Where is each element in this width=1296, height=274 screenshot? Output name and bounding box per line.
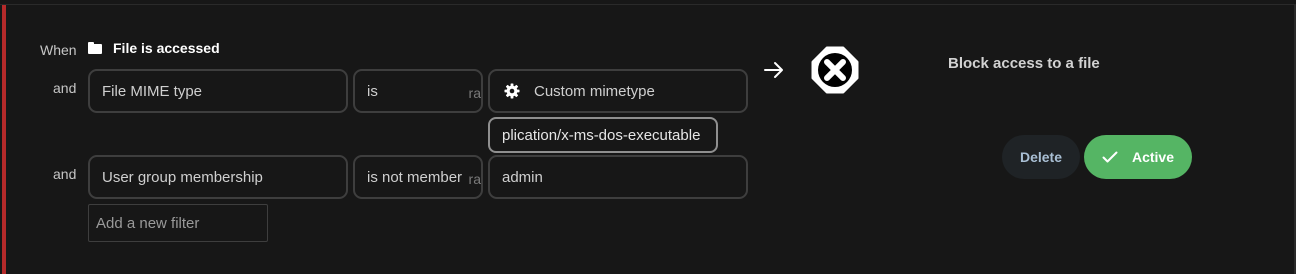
rule-accent-bar [2,5,6,274]
folder-icon [88,42,102,54]
condition-field-value: File MIME type [102,82,203,100]
condition-value-select[interactable]: Custom mimetype [488,69,748,113]
operator-overflow-text: ra [468,85,481,101]
active-toggle-button[interactable]: Active [1084,135,1192,179]
event-label: File is accessed [113,40,220,56]
check-icon [1102,151,1118,163]
condition-operator-select[interactable]: is ra [353,69,483,113]
arrow-right-icon [764,62,783,78]
gear-icon [504,83,520,99]
operator-overflow-text: ra [468,171,481,187]
condition-field-select[interactable]: File MIME type [88,69,348,113]
condition-operator-value: is [367,82,378,100]
block-x-icon [811,46,859,94]
condition-operator-select[interactable]: is not member ra [353,155,483,199]
active-button-label: Active [1131,149,1175,165]
add-filter-placeholder: Add a new filter [96,214,200,232]
condition-field-select[interactable]: User group membership [88,155,348,199]
add-filter-input[interactable]: Add a new filter [88,204,268,242]
delete-button-label: Delete [1019,149,1063,165]
custom-mimetype-input[interactable]: plication/x-ms-dos-executable [488,117,718,153]
condition-value-label: admin [502,168,543,186]
top-divider [0,4,1296,5]
action-title: Block access to a file [948,55,1100,72]
event-trigger: File is accessed [88,40,220,56]
condition-value-select[interactable]: admin [488,155,748,199]
delete-button[interactable]: Delete [1002,135,1080,179]
when-label: When [40,42,77,58]
condition-operator-value: is not member [367,168,463,186]
workflow-rule-panel: When File is accessed and File MIME type… [0,0,1296,274]
condition-value-label: Custom mimetype [534,82,655,100]
condition-connector: and [53,80,77,96]
custom-mimetype-value: plication/x-ms-dos-executable [502,126,701,144]
condition-connector: and [53,166,77,182]
condition-field-value: User group membership [102,168,263,186]
